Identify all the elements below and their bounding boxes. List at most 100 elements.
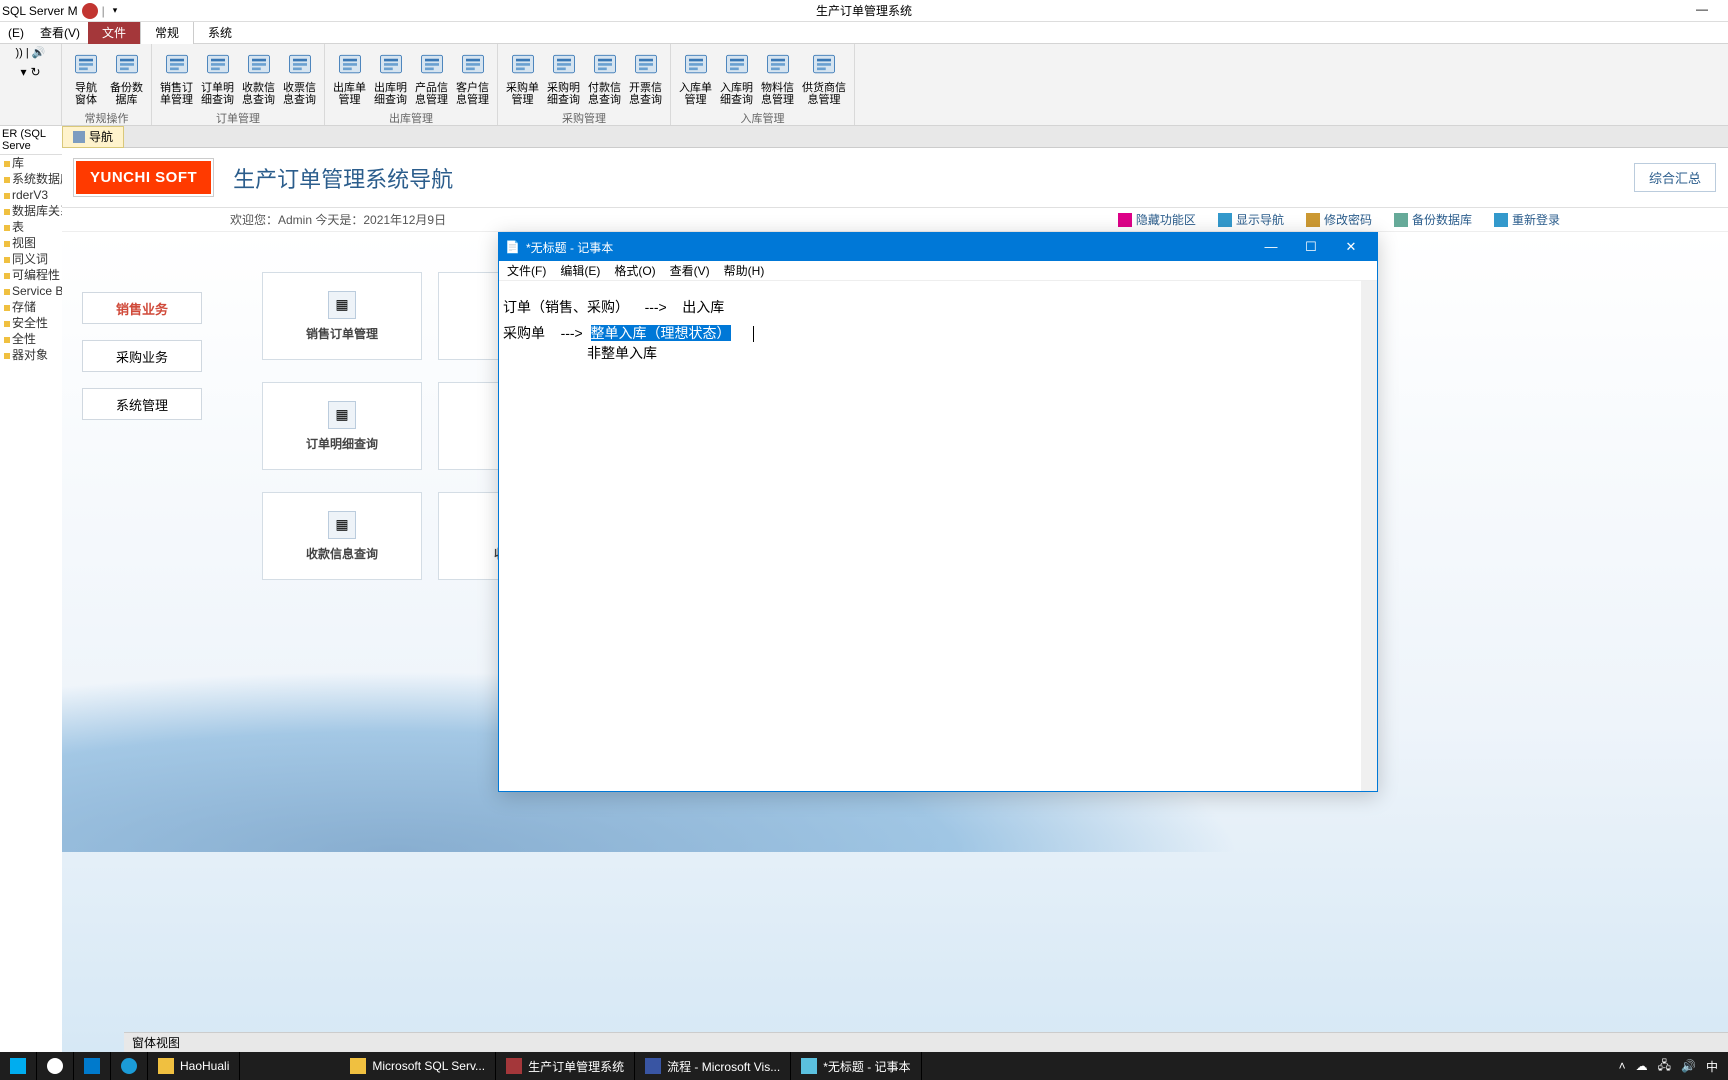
tray-volume-icon[interactable]: 🔊 xyxy=(1681,1059,1696,1073)
taskbar-vscode[interactable] xyxy=(74,1052,111,1080)
nav-tile[interactable]: ▦收款信息查询 xyxy=(262,492,422,580)
ribbon-button[interactable]: 销售订 单管理 xyxy=(156,46,197,108)
ribbon-group-purchase: 采购单 管理采购明 细查询付款信 息查询开票信 息查询 采购管理 xyxy=(498,44,671,125)
qat-dropdown-icon[interactable]: ▾ xyxy=(109,5,122,16)
tree-item[interactable]: 系统数据库 xyxy=(0,171,62,187)
ribbon-button[interactable]: 入库明 细查询 xyxy=(716,46,757,108)
filter-icon[interactable]: ▾ xyxy=(20,65,26,79)
notepad-menu-item[interactable]: 文件(F) xyxy=(507,262,546,279)
refresh-icon[interactable]: ↻ xyxy=(30,65,40,79)
side-button[interactable]: 采购业务 xyxy=(82,340,202,372)
ribbon-button-label: 销售订 单管理 xyxy=(160,82,193,106)
folder-icon xyxy=(4,337,10,343)
tray-ime[interactable]: 中 xyxy=(1706,1058,1718,1075)
tree-item[interactable]: rderV3 xyxy=(0,187,62,203)
tree-item[interactable]: 同义词 xyxy=(0,251,62,267)
tree-item[interactable]: 安全性 xyxy=(0,315,62,331)
taskbar-edge[interactable] xyxy=(111,1052,148,1080)
ribbon-icon xyxy=(202,48,234,80)
taskbar-label: 生产订单管理系统 xyxy=(528,1058,624,1075)
ribbon-button[interactable]: 出库单 管理 xyxy=(329,46,370,108)
tree-item[interactable]: 库 xyxy=(0,155,62,171)
ribbon-button[interactable]: 导航 窗体 xyxy=(66,46,106,108)
notepad-textarea[interactable]: 订单（销售、采购） ---> 出入库 采购单 ---> 整单入库（理想状态） 非… xyxy=(499,281,1377,791)
nav-title: 生产订单管理系统导航 xyxy=(233,162,453,194)
ribbon-button[interactable]: 物料信 息管理 xyxy=(757,46,798,108)
tree-item[interactable]: 全性 xyxy=(0,331,62,347)
ribbon-button[interactable]: 备份数 据库 xyxy=(106,46,147,108)
maximize-button[interactable]: ☐ xyxy=(1291,233,1331,261)
nav-tile[interactable]: ▦订单明细查询 xyxy=(262,382,422,470)
ribbon-button[interactable]: 采购明 细查询 xyxy=(543,46,584,108)
window-title: 生产订单管理系统 xyxy=(816,2,912,19)
tree-item[interactable]: 存储 xyxy=(0,299,62,315)
system-tray[interactable]: ˄ ☁ 🖧 🔊 中 xyxy=(1609,1056,1728,1077)
side-button[interactable]: 系统管理 xyxy=(82,388,202,420)
ribbon-button[interactable]: 入库单 管理 xyxy=(675,46,716,108)
menu-e[interactable]: (E) xyxy=(0,22,32,44)
ribbon-button[interactable]: 收款信 息查询 xyxy=(238,46,279,108)
taskbar-ssms[interactable]: Microsoft SQL Serv... xyxy=(340,1052,496,1080)
tab-nav[interactable]: 导航 xyxy=(62,126,124,148)
folder-icon xyxy=(4,321,10,327)
ribbon-icon xyxy=(243,48,275,80)
ribbon-button[interactable]: 订单明 细查询 xyxy=(197,46,238,108)
nav-link[interactable]: 隐藏功能区 xyxy=(1118,211,1196,228)
ribbon-button-label: 客户信 息管理 xyxy=(456,82,489,106)
taskbar-explorer[interactable]: HaoHuali xyxy=(148,1052,240,1080)
nav-link[interactable]: 重新登录 xyxy=(1494,211,1560,228)
ribbon-button[interactable]: 收票信 息查询 xyxy=(279,46,320,108)
scrollbar[interactable] xyxy=(1361,281,1377,791)
tree-item[interactable]: 可编程性 xyxy=(0,267,62,283)
taskbar-access[interactable]: 生产订单管理系统 xyxy=(496,1052,635,1080)
ribbon-button[interactable]: 供货商信 息管理 xyxy=(798,46,850,108)
ribbon-icon xyxy=(375,48,407,80)
taskbar-search[interactable] xyxy=(37,1052,74,1080)
nav-link[interactable]: 备份数据库 xyxy=(1394,211,1472,228)
ribbon-button[interactable]: 付款信 息查询 xyxy=(584,46,625,108)
tab-file[interactable]: 文件 xyxy=(88,22,140,44)
ribbon-button[interactable]: 产品信 息管理 xyxy=(411,46,452,108)
ribbon-button[interactable]: 客户信 息管理 xyxy=(452,46,493,108)
ribbon-icon xyxy=(334,48,366,80)
menu-view[interactable]: 查看(V) xyxy=(32,22,88,44)
tab-normal[interactable]: 常规 xyxy=(140,21,194,44)
minimize-icon[interactable]: — xyxy=(1696,2,1708,16)
tree-item[interactable]: 器对象 xyxy=(0,347,62,363)
ribbon-button[interactable]: 出库明 细查询 xyxy=(370,46,411,108)
ribbon-group-label: 采购管理 xyxy=(498,108,670,128)
tray-chevron-icon[interactable]: ˄ xyxy=(1619,1059,1626,1073)
summary-button[interactable]: 综合汇总 xyxy=(1634,163,1716,192)
close-button[interactable]: ✕ xyxy=(1331,233,1371,261)
tree-item[interactable]: Service Bro xyxy=(0,283,62,299)
folder-icon xyxy=(4,225,10,231)
notepad-menu-item[interactable]: 格式(O) xyxy=(614,262,655,279)
taskbar-notepad[interactable]: *无标题 - 记事本 xyxy=(791,1052,921,1080)
tree-item[interactable]: 表 xyxy=(0,219,62,235)
ribbon-button-label: 供货商信 息管理 xyxy=(802,82,846,106)
notepad-menu-item[interactable]: 帮助(H) xyxy=(724,262,765,279)
start-button[interactable] xyxy=(0,1052,37,1080)
side-button[interactable]: 销售业务 xyxy=(82,292,202,324)
nav-link[interactable]: 显示导航 xyxy=(1218,211,1284,228)
tab-system[interactable]: 系统 xyxy=(194,22,246,44)
nav-link[interactable]: 修改密码 xyxy=(1306,211,1372,228)
tree-item[interactable]: 视图 xyxy=(0,235,62,251)
taskbar-visio[interactable]: 流程 - Microsoft Vis... xyxy=(635,1052,791,1080)
notepad-menu-item[interactable]: 编辑(E) xyxy=(560,262,600,279)
notepad-icon: 📄 xyxy=(505,240,520,254)
minimize-button[interactable]: — xyxy=(1251,233,1291,261)
ribbon-button[interactable]: 开票信 息查询 xyxy=(625,46,666,108)
nav-tile[interactable]: ▦销售订单管理 xyxy=(262,272,422,360)
tray-cloud-icon[interactable]: ☁ xyxy=(1636,1059,1648,1073)
title-bar: SQL Server M | ▾ 生产订单管理系统 — xyxy=(0,0,1728,22)
ribbon-button-label: 导航 窗体 xyxy=(75,82,97,106)
ribbon-button[interactable]: 采购单 管理 xyxy=(502,46,543,108)
ribbon-group-label: 入库管理 xyxy=(671,108,854,128)
notepad-menu-item[interactable]: 查看(V) xyxy=(670,262,710,279)
tray-network-icon[interactable]: 🖧 xyxy=(1658,1056,1671,1077)
link-icon xyxy=(1494,213,1508,227)
tree-item[interactable]: 数据库关系图 xyxy=(0,203,62,219)
ribbon-icon xyxy=(762,48,794,80)
notepad-titlebar[interactable]: 📄 *无标题 - 记事本 — ☐ ✕ xyxy=(499,233,1377,261)
